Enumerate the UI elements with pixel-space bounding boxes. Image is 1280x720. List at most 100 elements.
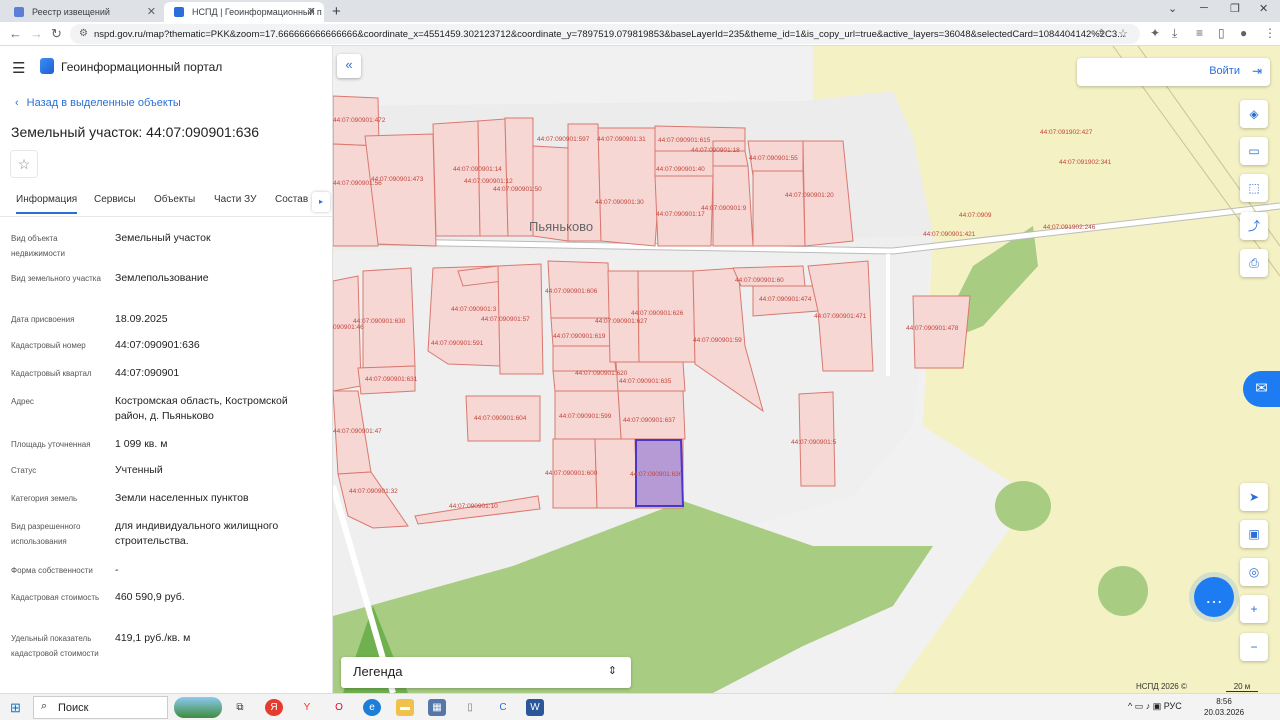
select-area-button[interactable]: ⬚ <box>1240 174 1268 202</box>
tab-information[interactable]: Информация <box>16 194 78 214</box>
registry-favicon-icon <box>14 7 24 17</box>
geolocation-button[interactable]: ◎ <box>1240 558 1268 586</box>
profile-icon[interactable]: ● <box>1240 26 1247 40</box>
locate-me-button[interactable]: ➤ <box>1240 483 1268 511</box>
back-label: Назад в выделенные объекты <box>26 97 181 109</box>
parcel-label: 44:07:090901:637 <box>623 417 676 424</box>
parcel-label: 44:07:090901:597 <box>537 136 590 143</box>
site-info-icon[interactable]: ⚙ <box>79 28 88 39</box>
address-bar[interactable]: ⚙ nspd.gov.ru/map?thematic=PKK&zoom=17.6… <box>70 24 1140 44</box>
collapse-sidebar-icon[interactable]: « <box>337 54 361 78</box>
taskbar-search[interactable]: ⌕ Поиск <box>33 696 168 719</box>
zoom-in-button[interactable]: + <box>1240 595 1268 623</box>
hamburger-menu-icon[interactable]: ☰ <box>12 59 25 77</box>
share-icon[interactable]: ⇪ <box>1097 27 1106 40</box>
layers-button[interactable]: ◈ <box>1240 100 1268 128</box>
tab-composition[interactable]: Состав <box>275 194 308 205</box>
task-view-icon[interactable]: ⧉ <box>231 699 249 716</box>
parcel-label: 44:07:090901:10 <box>449 503 498 510</box>
favorite-star-icon[interactable]: ☆ <box>10 150 38 178</box>
object-sidebar: ☰ Геоинформационный портал ‹ Назад в выде… <box>0 46 333 693</box>
property-key: Удельный показатель кадастровой стоимост… <box>11 634 99 658</box>
tabs-scroll-right-icon[interactable]: ▸ <box>312 192 330 212</box>
browser-menu-icon[interactable]: ⋮ <box>1264 26 1276 40</box>
downloads-icon[interactable]: ⤓ <box>1172 26 1177 41</box>
property-value: 460 590,9 руб. <box>115 591 185 603</box>
property-value: Учтенный <box>115 464 163 476</box>
parcel-label: 44:07:090901:478 <box>906 325 959 332</box>
property-key: Вид объекта недвижимости <box>11 234 65 258</box>
portal-title: Геоинформационный портал <box>61 60 223 74</box>
opera-icon[interactable]: O <box>330 699 348 716</box>
parcel-label: 44:07:090901:606 <box>545 288 598 295</box>
back-arrow-icon[interactable]: ← <box>9 26 22 41</box>
portal-logo <box>40 58 54 74</box>
minimap-button[interactable]: ▣ <box>1240 520 1268 548</box>
network-app-icon[interactable]: ▦ <box>428 699 446 716</box>
browser-tab-nspd[interactable]: НСПД | Геоинформационный п ✕ <box>164 2 324 22</box>
file-explorer-icon[interactable]: ▬ <box>396 699 414 716</box>
browser-tab-registry[interactable]: Реестр извещений ✕ <box>4 2 164 22</box>
feedback-widget-icon[interactable]: ✉ <box>1243 371 1280 407</box>
property-value: Костромская область, Костромской район, … <box>115 395 288 422</box>
legend-dropdown[interactable]: Легенда ⇕ <box>341 657 631 688</box>
tab-search-icon[interactable]: ⌄ <box>1168 2 1177 15</box>
close-tab-icon[interactable]: ✕ <box>147 5 156 18</box>
parcel-label: 44:07:090901:599 <box>559 413 612 420</box>
map-canvas[interactable]: Пьяньково 44:07:090901:472 44:07:090901:… <box>333 46 1280 693</box>
forward-arrow-icon[interactable]: → <box>30 26 43 41</box>
parcel-label: 44:07:091902:246 <box>1043 224 1096 231</box>
taskbar-clock[interactable]: 8:56 20.03.2026 <box>1204 696 1244 718</box>
language-indicator[interactable]: РУС <box>1164 701 1182 711</box>
close-window-icon[interactable]: ✕ <box>1259 2 1268 15</box>
back-to-selected-link[interactable]: ‹ Назад в выделенные объекты <box>15 97 181 109</box>
windows-start-icon[interactable]: ⊞ <box>10 700 21 716</box>
search-highlight-image[interactable] <box>174 697 222 718</box>
yandex-icon[interactable]: Y <box>298 699 316 716</box>
cadastral-map[interactable]: Пьяньково 44:07:090901:472 44:07:090901:… <box>333 46 1280 693</box>
measure-button[interactable]: ▭ <box>1240 137 1268 165</box>
parcel-label: 44:07:090901:47 <box>333 428 382 435</box>
zoom-out-button[interactable]: − <box>1240 633 1268 661</box>
yandex-browser-icon[interactable]: Я <box>265 699 283 716</box>
side-panel-icon[interactable]: ▯ <box>1218 26 1225 40</box>
parcel <box>552 345 617 372</box>
parcel-label: 44:07:090901:600 <box>545 470 598 477</box>
parcel-label: 44:07:090901:20 <box>785 192 834 199</box>
parcel-label: 44:07:091902:427 <box>1040 129 1093 136</box>
search-label: Поиск <box>58 702 89 714</box>
parcel-label: 44:07:090901:591 <box>431 340 484 347</box>
new-tab-button[interactable]: + <box>332 3 341 20</box>
reload-icon[interactable]: ↻ <box>51 26 62 42</box>
bookmark-star-icon[interactable]: ☆ <box>1118 27 1128 40</box>
minus-icon: − <box>1250 640 1258 654</box>
field-area <box>893 196 1280 693</box>
property-key: Кадастровый квартал <box>11 369 92 378</box>
restore-icon[interactable]: ❐ <box>1230 2 1240 15</box>
minimap-icon: ▣ <box>1248 527 1260 541</box>
edge-icon[interactable]: e <box>363 699 381 716</box>
property-value: 18.09.2025 <box>115 313 168 325</box>
system-tray[interactable]: ^ ▭ ♪ ▣ РУС <box>1128 701 1182 712</box>
parcel-label: 44:07:090901:60 <box>735 277 784 284</box>
parcel-label: 44:07:090901:31 <box>597 136 646 143</box>
minimize-icon[interactable]: ─ <box>1200 2 1208 14</box>
parcel-label: 44:07:090901:619 <box>553 333 606 340</box>
document-icon[interactable]: ▯ <box>461 699 479 716</box>
reading-list-icon[interactable]: ≡ <box>1196 26 1203 40</box>
tab-parcel-parts[interactable]: Части ЗУ <box>214 194 256 205</box>
navigation-arrow-icon: ➤ <box>1248 490 1260 504</box>
tab-services[interactable]: Сервисы <box>94 194 135 205</box>
tab-objects[interactable]: Объекты <box>154 194 195 205</box>
close-tab-icon[interactable]: ✕ <box>307 5 316 18</box>
word-icon[interactable]: W <box>526 699 544 716</box>
chrome-app-icon[interactable]: C <box>494 699 512 716</box>
login-button[interactable]: Войти ⇥ <box>1077 58 1270 86</box>
share-map-button[interactable]: ⤴ <box>1240 212 1268 240</box>
parcel-label: 44:07:090901:9 <box>701 205 747 212</box>
property-value: 419,1 руб./кв. м <box>115 632 191 644</box>
extensions-icon[interactable]: ✦ <box>1150 26 1160 40</box>
print-button[interactable]: ⎙ <box>1240 249 1268 277</box>
parcel-label: 44:07:090901:627 <box>595 318 648 325</box>
chat-button[interactable]: … <box>1194 577 1234 617</box>
